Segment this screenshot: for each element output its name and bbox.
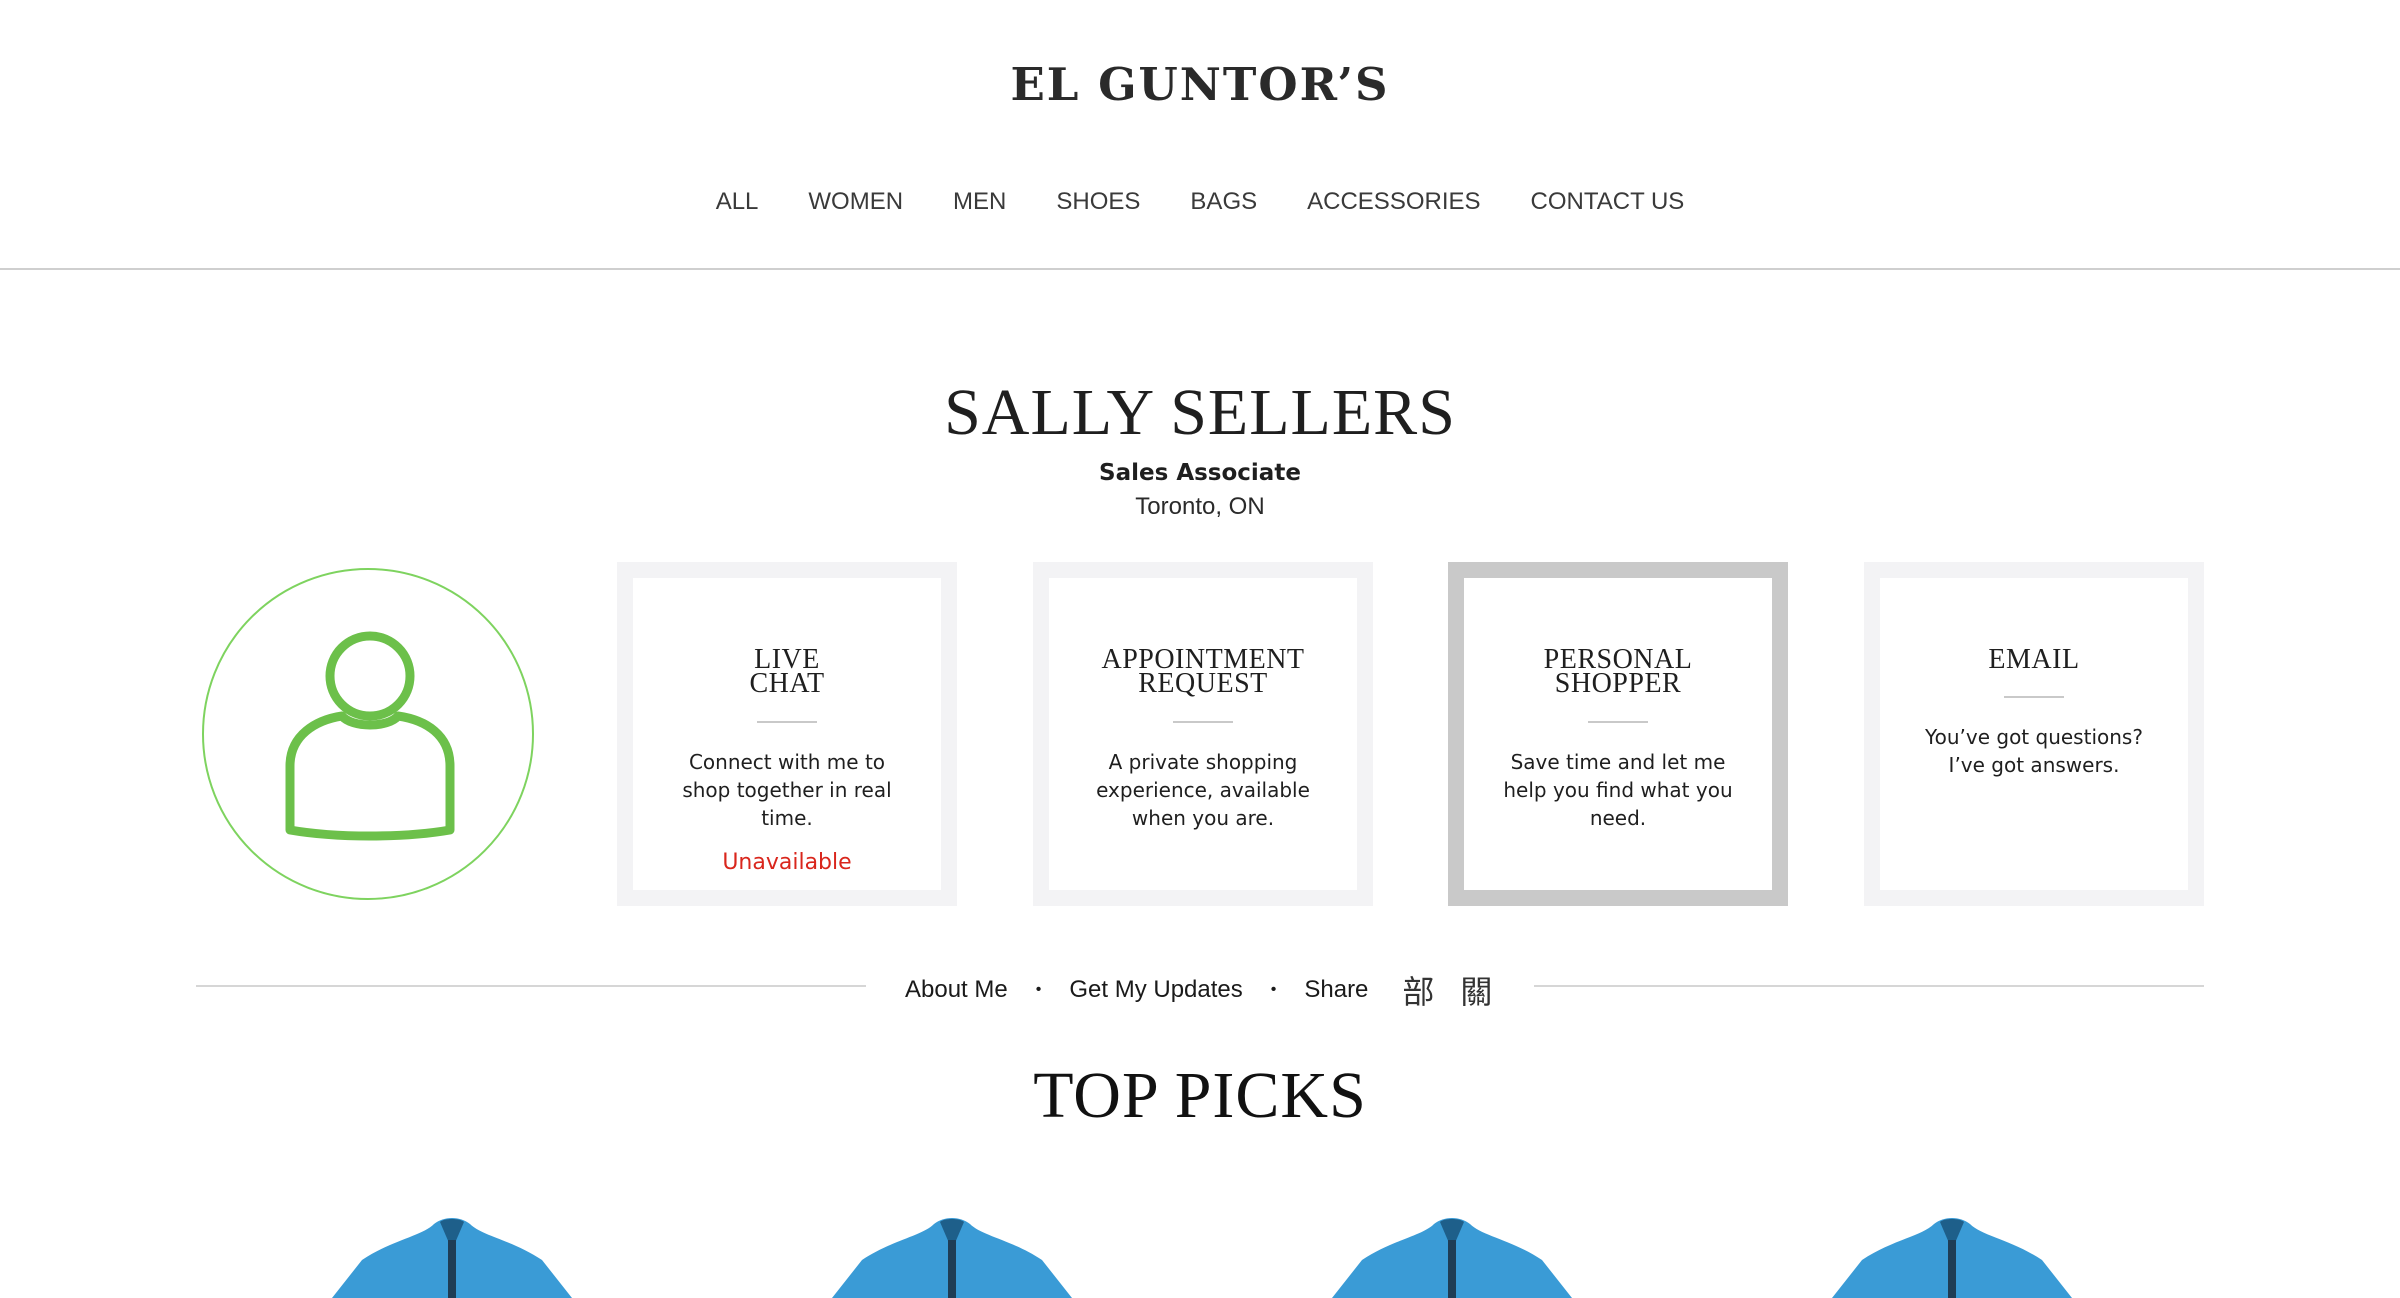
- nav-item-all[interactable]: ALL: [691, 188, 784, 216]
- product-card[interactable]: [1322, 1210, 1582, 1298]
- email-card[interactable]: EMAIL You’ve got questions? I’ve got ans…: [1864, 562, 2204, 906]
- nav-item-women[interactable]: WOMEN: [783, 188, 928, 216]
- associate-role: Sales Associate: [1099, 460, 1301, 486]
- card-title: PERSONAL SHOPPER: [1543, 644, 1693, 699]
- appointment-request-card[interactable]: APPOINTMENT REQUEST A private shopping e…: [1033, 562, 1373, 906]
- card-divider: [1173, 721, 1233, 723]
- nav-item-accessories[interactable]: ACCESSORIES: [1282, 188, 1505, 216]
- card-divider: [1588, 721, 1648, 723]
- nav-item-bags[interactable]: BAGS: [1165, 188, 1282, 216]
- card-title: LIVE CHAT: [749, 644, 825, 699]
- share-icon[interactable]: 部: [1402, 967, 1434, 1013]
- brand-logo[interactable]: EL GUNTOR’S: [0, 58, 2400, 111]
- product-card[interactable]: [322, 1210, 582, 1298]
- share-label: Share: [1304, 976, 1369, 1003]
- nav-item-contact-us[interactable]: CONTACT US: [1506, 188, 1710, 216]
- profile-links: About Me • Get My Updates • Share 部 關: [880, 968, 1492, 1012]
- divider-right: [1534, 985, 2204, 987]
- card-divider: [757, 721, 817, 723]
- user-outline-icon: [285, 631, 455, 841]
- product-card[interactable]: [822, 1210, 1082, 1298]
- card-title: APPOINTMENT REQUEST: [1101, 644, 1305, 699]
- card-description: You’ve got questions? I’ve got answers.: [1925, 725, 2143, 777]
- nav-item-shoes[interactable]: SHOES: [1031, 188, 1165, 216]
- card-divider: [2004, 696, 2064, 698]
- main-nav: ALL WOMEN MEN SHOES BAGS ACCESSORIES CON…: [0, 188, 2400, 216]
- avatar: [202, 568, 534, 900]
- jacket-icon: [1332, 1218, 1572, 1298]
- about-me-link[interactable]: About Me: [905, 976, 1008, 1004]
- card-description: Save time and let me help you find what …: [1503, 750, 1733, 830]
- associate-location: Toronto, ON: [1135, 493, 1265, 520]
- separator: •: [1270, 981, 1277, 998]
- product-card[interactable]: [1822, 1210, 2082, 1298]
- separator: •: [1035, 981, 1042, 998]
- associate-name: SALLY SELLERS: [944, 376, 1456, 449]
- divider-left: [196, 985, 866, 987]
- nav-item-men[interactable]: MEN: [928, 188, 1031, 216]
- jacket-icon: [332, 1218, 572, 1298]
- status-unavailable: Unavailable: [722, 850, 852, 875]
- jacket-icon: [1832, 1218, 2072, 1298]
- site-header: EL GUNTOR’S ALL WOMEN MEN SHOES BAGS ACC…: [0, 0, 2400, 270]
- card-title: EMAIL: [1988, 644, 2080, 675]
- share-icon[interactable]: 關: [1460, 967, 1492, 1013]
- jacket-icon: [832, 1218, 1072, 1298]
- personal-shopper-card[interactable]: PERSONAL SHOPPER Save time and let me he…: [1448, 562, 1788, 906]
- card-description: Connect with me to shop together in real…: [682, 750, 892, 830]
- top-picks-title: TOP PICKS: [1033, 1059, 1367, 1132]
- card-description: A private shopping experience, available…: [1096, 750, 1310, 830]
- live-chat-card[interactable]: LIVE CHAT Connect with me to shop togeth…: [617, 562, 957, 906]
- get-my-updates-link[interactable]: Get My Updates: [1069, 976, 1242, 1004]
